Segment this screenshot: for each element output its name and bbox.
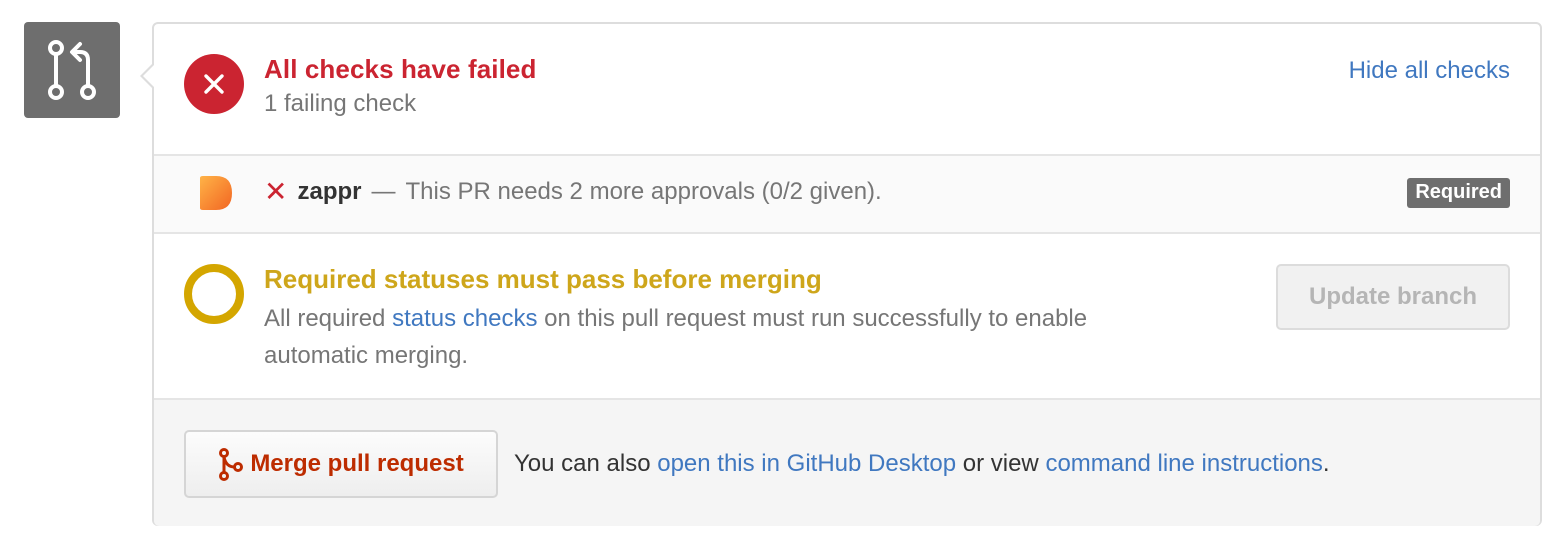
merge-section: Merge pull request You can also open thi…: [154, 398, 1540, 526]
x-icon: ✕: [264, 176, 288, 207]
check-name: zappr: [297, 178, 362, 205]
check-separator: —: [371, 178, 396, 205]
check-description: This PR needs 2 more approvals (0/2 give…: [405, 178, 882, 205]
checks-summary-section: All checks have failed 1 failing check H…: [154, 24, 1540, 154]
merge-status-panel: All checks have failed 1 failing check H…: [140, 22, 1542, 526]
pending-circle-icon: [184, 264, 244, 324]
zappr-logo-icon: [200, 176, 232, 210]
hide-all-checks-link[interactable]: Hide all checks: [1349, 57, 1510, 85]
merge-alternatives-text: You can also open this in GitHub Desktop…: [514, 450, 1330, 478]
merge-button-label: Merge pull request: [250, 450, 464, 477]
check-line: ✕ zappr — This PR needs 2 more approvals…: [264, 178, 882, 206]
check-row-zappr: ✕ zappr — This PR needs 2 more approvals…: [154, 154, 1540, 232]
update-branch-button[interactable]: Update branch: [1276, 264, 1510, 330]
x-circle-icon: [184, 54, 244, 114]
checks-count: 1 failing check: [264, 90, 417, 117]
git-merge-icon: [219, 448, 244, 481]
merge-text-prefix: You can also: [514, 450, 651, 477]
merge-text-suffix: .: [1322, 450, 1330, 477]
desc-prefix: All required: [264, 305, 386, 332]
command-line-instructions-link[interactable]: command line instructions: [1045, 450, 1322, 477]
required-statuses-section: Required statuses must pass before mergi…: [154, 232, 1540, 398]
pull-request-status-box: [24, 22, 120, 118]
required-statuses-title: Required statuses must pass before mergi…: [264, 264, 822, 294]
checks-status-title: All checks have failed: [264, 54, 537, 84]
required-badge: Required: [1407, 178, 1510, 208]
open-in-github-desktop-link[interactable]: open this in GitHub Desktop: [657, 450, 956, 477]
merge-pull-request-button[interactable]: Merge pull request: [184, 430, 498, 498]
merge-text-middle: or view: [962, 450, 1039, 477]
required-statuses-description: All required status checks on this pull …: [264, 300, 1184, 374]
desc-suffix: on this pull request must run successful…: [264, 305, 1088, 369]
git-pull-request-icon: [48, 40, 96, 100]
status-checks-link[interactable]: status checks: [392, 305, 537, 332]
